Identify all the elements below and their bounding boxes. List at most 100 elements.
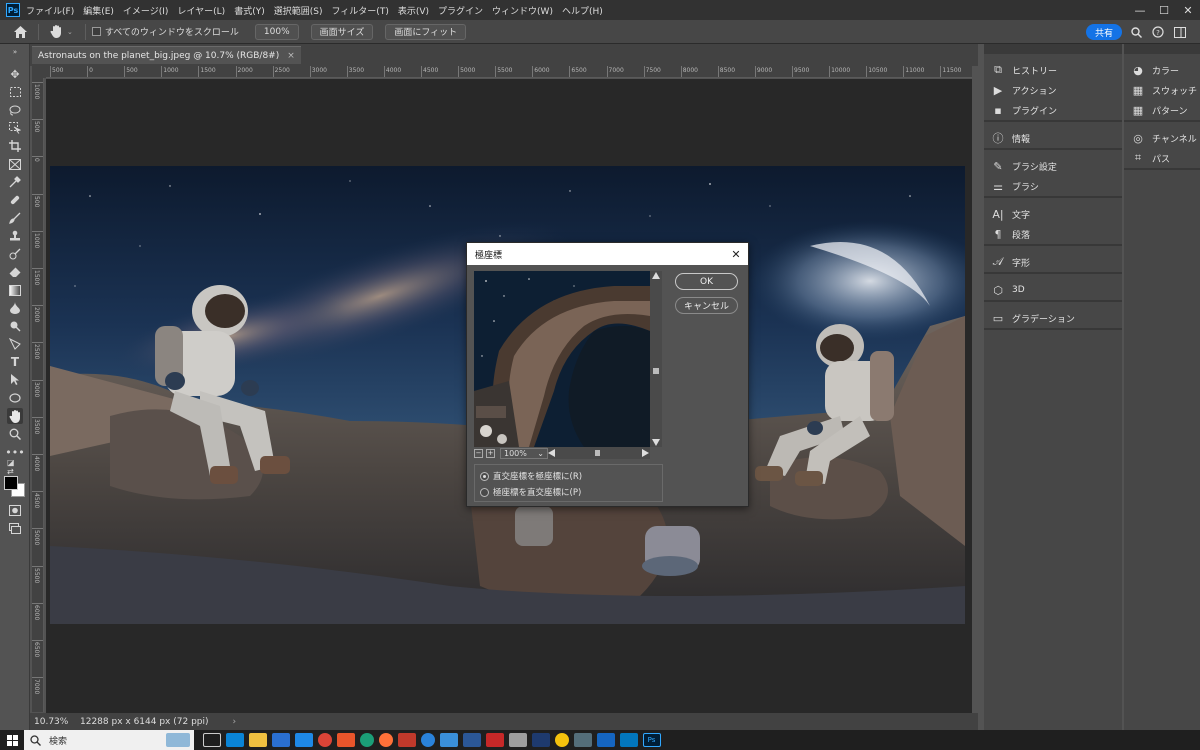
- close-tab-icon[interactable]: ×: [287, 51, 295, 61]
- security-icon[interactable]: [462, 733, 481, 747]
- edge-icon[interactable]: [294, 733, 313, 747]
- dodge-tool-icon[interactable]: [7, 318, 23, 334]
- menu-filter[interactable]: フィルター(T): [331, 4, 388, 17]
- chevron-down-icon[interactable]: ⌄: [67, 28, 73, 36]
- collapse-toolbar-icon[interactable]: »: [7, 48, 23, 56]
- filezilla-icon[interactable]: [397, 733, 416, 747]
- brush-tool-icon[interactable]: [7, 210, 23, 226]
- firefox-icon[interactable]: [378, 733, 393, 747]
- app-icon-yellow[interactable]: [554, 733, 569, 747]
- ok-button[interactable]: OK: [675, 273, 738, 290]
- home-icon[interactable]: [8, 20, 32, 44]
- polar-to-rect-option[interactable]: 極座標を直交座標に(P): [480, 485, 581, 499]
- browser-icon[interactable]: [439, 733, 458, 747]
- scroll-all-windows-checkbox[interactable]: [91, 27, 101, 36]
- maximize-button[interactable]: ☐: [1152, 0, 1176, 20]
- preview-vertical-scrollbar[interactable]: [650, 271, 662, 447]
- panel-gradients[interactable]: ▭ グラデーション: [990, 308, 1075, 328]
- panel-channels[interactable]: ◎ チャンネル: [1130, 128, 1197, 148]
- healing-brush-tool-icon[interactable]: [7, 192, 23, 208]
- workspace-icon[interactable]: [1172, 24, 1188, 40]
- panel-actions[interactable]: ▶ アクション: [990, 80, 1057, 100]
- pdf-icon[interactable]: [485, 733, 504, 747]
- eyedropper-tool-icon[interactable]: [7, 174, 23, 190]
- status-menu-arrow-icon[interactable]: ›: [233, 717, 237, 727]
- foreground-color-swatch[interactable]: [4, 476, 18, 490]
- minimize-button[interactable]: —: [1128, 0, 1152, 20]
- menu-edit[interactable]: 編集(E): [83, 4, 114, 17]
- panel-patterns[interactable]: ▦ パターン: [1130, 100, 1188, 120]
- history-brush-tool-icon[interactable]: [7, 246, 23, 262]
- gradient-tool-icon[interactable]: [7, 282, 23, 298]
- menu-window[interactable]: ウィンドウ(W): [492, 4, 553, 17]
- screen-size-button[interactable]: 画面サイズ: [310, 23, 374, 40]
- screen-mode-icon[interactable]: [7, 520, 23, 536]
- windows-start-icon[interactable]: [0, 730, 24, 750]
- app-icon-gray[interactable]: [573, 733, 592, 747]
- hand-tool-icon[interactable]: [7, 408, 23, 424]
- panel-3d[interactable]: ⬡ 3D: [990, 280, 1024, 300]
- panel-swatches[interactable]: ▦ スウォッチ: [1130, 80, 1197, 100]
- crop-tool-icon[interactable]: [7, 138, 23, 154]
- panel-brush-settings[interactable]: ✎ ブラシ設定: [990, 156, 1056, 176]
- share-button[interactable]: 共有: [1086, 24, 1122, 40]
- help-icon[interactable]: ?: [1150, 24, 1166, 40]
- edge-dev-icon[interactable]: [359, 733, 374, 747]
- menu-file[interactable]: ファイル(F): [26, 4, 74, 17]
- panel-history[interactable]: ⧉ ヒストリー: [990, 60, 1057, 80]
- menu-type[interactable]: 書式(Y): [234, 4, 265, 17]
- task-view-icon[interactable]: [202, 733, 221, 747]
- app-icon[interactable]: [508, 733, 527, 747]
- default-colors-icon[interactable]: ◪ ⇄: [7, 458, 23, 476]
- photos-icon[interactable]: [619, 733, 638, 747]
- cancel-button[interactable]: キャンセル: [675, 297, 738, 314]
- zoom-out-button[interactable]: −: [474, 448, 483, 458]
- preview-zoom-select[interactable]: 100% ⌄: [500, 447, 548, 459]
- move-tool-icon[interactable]: ✥: [7, 66, 23, 82]
- taskbar-search-box[interactable]: 検索: [24, 730, 194, 750]
- type-tool-icon[interactable]: T: [7, 354, 23, 370]
- dialog-close-button[interactable]: ✕: [728, 246, 744, 262]
- ruler-origin[interactable]: [32, 66, 46, 78]
- brave-icon[interactable]: [336, 733, 355, 747]
- ellipse-tool-icon[interactable]: [7, 390, 23, 406]
- app-icon-blue[interactable]: [596, 733, 615, 747]
- lightroom-classic-icon[interactable]: [531, 733, 550, 747]
- quick-mask-icon[interactable]: [7, 502, 23, 518]
- search-icon[interactable]: [1128, 24, 1144, 40]
- panel-glyphs[interactable]: 𝒜 字形: [990, 252, 1030, 272]
- panel-paragraph[interactable]: ¶ 段落: [990, 224, 1031, 244]
- menu-view[interactable]: 表示(V): [398, 4, 429, 17]
- lasso-tool-icon[interactable]: [7, 102, 23, 118]
- photoshop-logo-icon[interactable]: Ps: [6, 3, 20, 17]
- zoom-level[interactable]: 10.73%: [34, 717, 76, 727]
- panel-dock-header[interactable]: [984, 44, 1122, 54]
- chrome-icon[interactable]: [317, 733, 332, 747]
- photoshop-taskbar-icon[interactable]: Ps: [642, 733, 661, 747]
- outlook-icon[interactable]: [225, 733, 244, 747]
- file-explorer-icon[interactable]: [248, 733, 267, 747]
- object-selection-tool-icon[interactable]: [7, 120, 23, 136]
- dialog-titlebar[interactable]: 極座標 ✕: [467, 243, 748, 265]
- preview-horizontal-scrollbar[interactable]: [547, 447, 650, 459]
- rect-to-polar-option[interactable]: 直交座標を極座標に(R): [480, 469, 582, 483]
- zoom-in-button[interactable]: +: [486, 448, 495, 458]
- hand-tool-preset-icon[interactable]: [45, 25, 67, 38]
- menu-plugins[interactable]: プラグイン: [438, 4, 483, 17]
- document-tab[interactable]: Astronauts on the planet_big.jpeg @ 10.7…: [32, 46, 301, 64]
- polar-to-rect-radio[interactable]: [480, 487, 489, 497]
- panel-color[interactable]: ◕ カラー: [1130, 60, 1179, 80]
- panel-character[interactable]: A| 文字: [990, 204, 1030, 224]
- panel-brushes[interactable]: ⚌ ブラシ: [990, 176, 1039, 196]
- panel-info[interactable]: ⓘ 情報: [990, 128, 1031, 148]
- filter-preview[interactable]: [474, 271, 650, 447]
- menu-layer[interactable]: レイヤー(L): [177, 4, 225, 17]
- panel-dock-header[interactable]: [1124, 44, 1200, 54]
- eraser-tool-icon[interactable]: [7, 264, 23, 280]
- marquee-tool-icon[interactable]: [7, 84, 23, 100]
- close-window-button[interactable]: ✕: [1176, 0, 1200, 20]
- frame-tool-icon[interactable]: [7, 156, 23, 172]
- pen-tool-icon[interactable]: [7, 336, 23, 352]
- panel-plugins[interactable]: ▪ プラグイン: [990, 100, 1057, 120]
- zoom-tool-icon[interactable]: [7, 426, 23, 442]
